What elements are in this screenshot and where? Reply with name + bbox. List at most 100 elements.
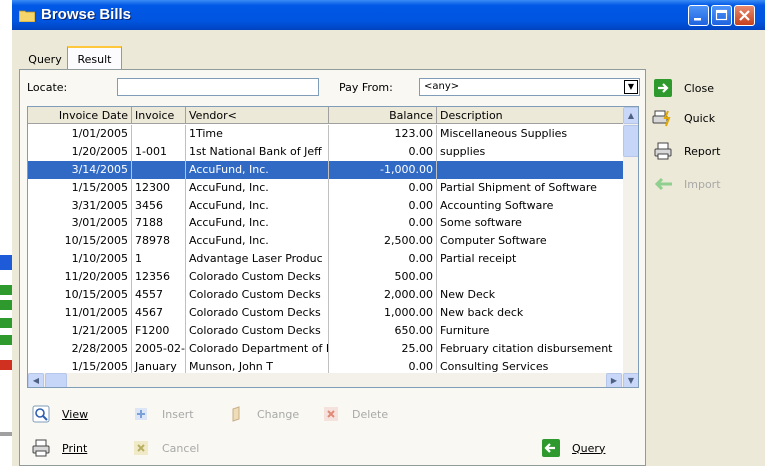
title-bar[interactable]: Browse Bills (12, 0, 765, 30)
change-label: Change (257, 407, 300, 421)
vendor-cell: Advantage Laser Produc (186, 250, 329, 269)
table-row[interactable]: 3/31/2005 3456 AccuFund, Inc. 0.00 Accountin… (28, 196, 623, 215)
table-row[interactable]: 11/20/2005 12356 Colorado Custom Decks 500.… (28, 268, 623, 287)
table-row[interactable]: 1/15/2005 12300 AccuFund, Inc. 0.00 Partial … (28, 178, 623, 197)
balance-cell: 2,000.00 (329, 286, 437, 304)
balance-cell: 500.00 (329, 268, 437, 287)
pay-from-select[interactable]: <any> ▼ (419, 78, 640, 96)
import-arrow-icon (652, 175, 674, 193)
table-row[interactable]: 1/20/2005 1-001 1st National Bank of Jeff 0… (28, 142, 623, 161)
cancel-button[interactable]: Cancel (132, 436, 199, 460)
invoice-date-cell: 10/15/2005 (28, 286, 132, 304)
vendor-cell: Colorado Custom Decks (186, 268, 329, 287)
locate-input[interactable] (117, 78, 319, 96)
invoice-date-cell: 1/21/2005 (28, 321, 132, 340)
import-button[interactable]: Import (652, 173, 721, 195)
description-cell: New Deck (440, 288, 496, 302)
scroll-right-icon[interactable]: ▶ (606, 373, 622, 387)
invoice-cell: 12356 (132, 268, 186, 287)
column-header-balance[interactable]: Balance (329, 107, 437, 124)
invoice-cell: 3456 (132, 196, 186, 215)
query-button[interactable]: Query (542, 436, 605, 460)
description-cell (437, 268, 623, 286)
table-row[interactable]: 10/15/2005 4557 Colorado Custom Decks 2,000… (28, 286, 623, 304)
description-cell (437, 161, 623, 179)
report-button[interactable]: Report (652, 140, 720, 162)
description-cell: February citation disbursement (440, 341, 613, 355)
invoice-date-cell: 11/20/2005 (28, 268, 132, 287)
table-row[interactable]: 1/21/2005 F1200 Colorado Custom Decks 650.0… (28, 321, 623, 340)
invoice-cell: 7188 (132, 214, 186, 233)
column-header-invoice[interactable]: Invoice (132, 107, 186, 124)
query-label: Query (572, 441, 606, 455)
view-button[interactable]: View (32, 402, 88, 426)
table-row[interactable]: 3/14/2005 AccuFund, Inc. -1,000.00 (28, 160, 623, 179)
invoice-cell: 2005-02- (132, 339, 186, 358)
vertical-scrollbar[interactable]: ▲ (623, 107, 638, 373)
minimize-icon (694, 18, 701, 21)
desktop-fragment (0, 318, 12, 328)
tab-result[interactable]: Result (67, 46, 122, 70)
maximize-button[interactable] (711, 5, 732, 26)
arrow-left-icon (542, 439, 560, 457)
description-cell: Miscellaneous Supplies (440, 127, 568, 140)
minimize-button[interactable] (688, 5, 709, 26)
table-row[interactable]: 1/10/2005 1 Advantage Laser Produc 0.00 Part… (28, 250, 623, 269)
desktop-fragment (0, 300, 12, 310)
cancel-icon (132, 439, 150, 457)
locate-label: Locate: (27, 81, 68, 94)
invoice-date-cell: 1/15/2005 (28, 178, 132, 197)
table-row[interactable]: 3/01/2005 7188 AccuFund, Inc. 0.00 Some soft… (28, 214, 623, 233)
chevron-down-icon[interactable]: ▼ (624, 80, 638, 94)
balance-cell: 25.00 (329, 339, 437, 358)
quick-print-icon (652, 109, 674, 127)
invoice-date-cell: 2/28/2005 (28, 339, 132, 358)
horizontal-scroll-thumb[interactable] (45, 373, 67, 387)
delete-button[interactable]: Delete (322, 402, 388, 426)
close-window-button[interactable] (734, 5, 755, 26)
print-label: Print (62, 441, 88, 455)
table-row[interactable]: 10/15/2005 78978 AccuFund, Inc. 2,500.00 Com… (28, 232, 623, 251)
desktop-fragment (0, 285, 12, 295)
insert-icon (132, 405, 150, 423)
invoice-date-cell: 1/01/2005 (28, 125, 132, 143)
import-label: Import (684, 177, 721, 191)
invoice-date-cell: 3/31/2005 (28, 196, 132, 215)
column-header-description[interactable]: Description (437, 107, 623, 124)
horizontal-scrollbar[interactable]: ◀ ▶ ▼ (28, 373, 638, 387)
invoice-date-cell: 11/01/2005 (28, 303, 132, 322)
print-button[interactable]: Print (32, 436, 87, 460)
table-row[interactable]: 11/01/2005 4567 Colorado Custom Decks 1,000… (28, 303, 623, 322)
table-header: Invoice Date Invoice Vendor< Balance Des… (28, 107, 623, 124)
tab-query[interactable]: Query (22, 50, 68, 70)
balance-cell: 123.00 (329, 125, 437, 143)
close-label: Close (684, 81, 714, 95)
table-row[interactable]: 1/01/2005 1Time 123.00 Miscellaneous Suppli… (28, 125, 623, 143)
invoice-cell: 78978 (132, 232, 186, 251)
scroll-down-icon[interactable]: ▼ (623, 373, 638, 387)
insert-label: Insert (162, 407, 194, 421)
scroll-left-icon[interactable]: ◀ (28, 373, 44, 387)
balance-cell: 2,500.00 (329, 232, 437, 251)
scroll-up-icon[interactable]: ▲ (623, 107, 638, 124)
invoice-date-cell: 1/10/2005 (28, 250, 132, 269)
vendor-cell: AccuFund, Inc. (186, 178, 329, 197)
change-button[interactable]: Change (227, 402, 299, 426)
insert-button[interactable]: Insert (132, 402, 194, 426)
view-label: View (62, 407, 89, 421)
report-label: Report (684, 144, 721, 158)
close-button[interactable]: Close (652, 77, 714, 99)
vendor-cell: Colorado Custom Decks (186, 321, 329, 340)
quick-label: Quick (684, 111, 716, 125)
vendor-cell: AccuFund, Inc. (186, 196, 329, 215)
pay-from-label: Pay From: (339, 81, 393, 94)
table-row[interactable]: 2/28/2005 2005-02- Colorado Department of … (28, 339, 623, 358)
vertical-scroll-thumb[interactable] (623, 125, 638, 157)
vendor-cell: Colorado Custom Decks (186, 303, 329, 322)
desktop-fragment (0, 335, 12, 345)
description-cell: Partial receipt (440, 252, 517, 266)
quick-button[interactable]: Quick (652, 107, 715, 129)
column-header-vendor[interactable]: Vendor< (186, 107, 329, 124)
column-header-invoice-date[interactable]: Invoice Date (28, 107, 132, 124)
vendor-cell: 1st National Bank of Jeff (186, 142, 329, 161)
